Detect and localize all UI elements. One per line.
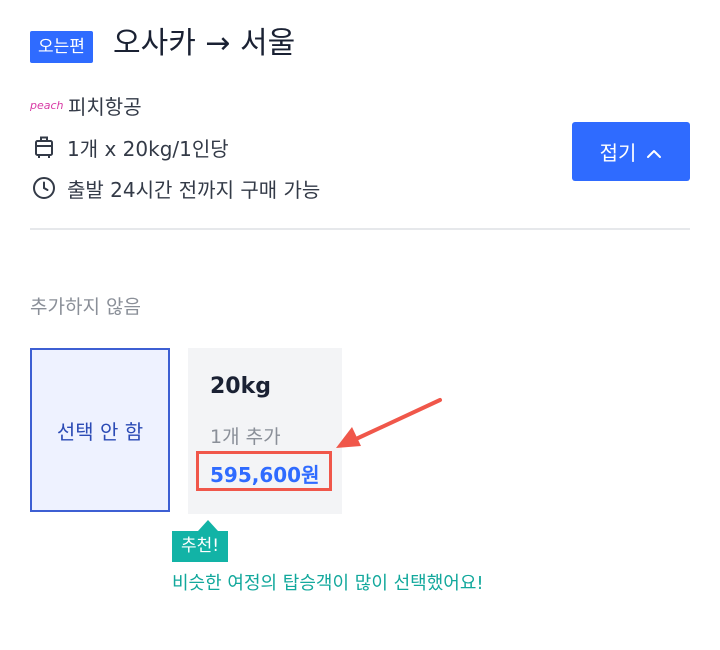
option-count: 1개 추가 — [210, 426, 281, 448]
chevron-up-icon — [646, 140, 662, 164]
purchase-deadline-text: 출발 24시간 전까지 구매 가능 — [67, 177, 321, 202]
baggage-option-page: 오는편 오사카 → 서울 peach 피치항공 1개 x 20kg/1인당 출발… — [0, 0, 720, 650]
direction-badge: 오는편 — [30, 31, 93, 63]
annotation-arrow-icon — [336, 398, 442, 448]
option-weight: 20kg — [210, 374, 271, 399]
section-divider — [30, 228, 690, 230]
purchase-deadline-row: 출발 24시간 전까지 구매 가능 — [30, 172, 320, 204]
airline-logo: peach — [30, 98, 64, 112]
recommend-message: 비슷한 여정의 탑승객이 많이 선택했어요! — [172, 573, 484, 594]
recommend-tag-pointer — [198, 520, 218, 531]
airline-name: 피치항공 — [68, 94, 142, 119]
baggage-allowance-row: 1개 x 20kg/1인당 — [30, 131, 229, 163]
fold-button-label: 접기 — [599, 141, 637, 165]
recommend-tag: 추천! — [172, 531, 229, 562]
route-title: 오사카 → 서울 — [113, 26, 296, 61]
fold-button[interactable]: 접기 — [572, 122, 690, 181]
option-none-label: 선택 안 함 — [56, 419, 144, 444]
luggage-icon — [30, 133, 58, 161]
option-20kg-card[interactable]: 20kg 1개 추가 595,600원 — [188, 348, 342, 514]
selection-status-label: 추가하지 않음 — [30, 296, 141, 318]
airline-row: peach 피치항공 — [30, 89, 142, 121]
option-none-card[interactable]: 선택 안 함 — [30, 348, 170, 512]
option-price: 595,600원 — [210, 463, 320, 487]
clock-icon — [30, 174, 58, 202]
baggage-allowance-text: 1개 x 20kg/1인당 — [67, 136, 229, 161]
